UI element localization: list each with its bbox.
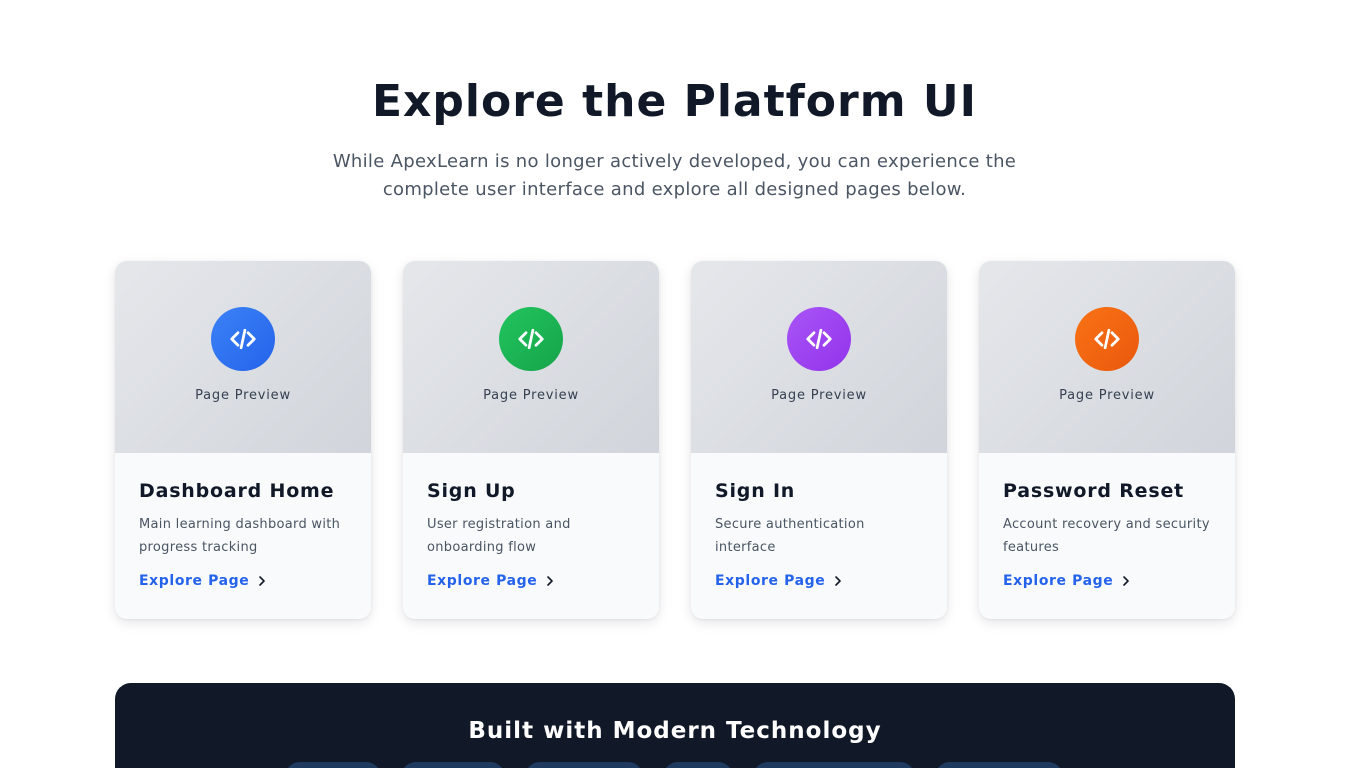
card-preview: Page Preview [115,261,371,453]
card-title: Sign Up [427,480,516,502]
card-preview: Page Preview [691,261,947,453]
preview-label: Page Preview [1059,388,1155,403]
explore-page-label: Explore Page [139,573,250,589]
tech-badge [285,762,381,768]
explore-page-label: Explore Page [427,573,538,589]
card-body: Password Reset Account recovery and secu… [979,453,1235,589]
page-title: Explore the Platform UI [371,76,977,127]
hero-section: Explore the Platform UI While ApexLearn … [0,74,1349,204]
card-preview: Page Preview [403,261,659,453]
card-body: Sign Up User registration and onboarding… [403,453,659,589]
tech-badge [753,762,915,768]
page: Explore the Platform UI While ApexLearn … [0,0,1349,768]
card-password-reset[interactable]: Page Preview Password Reset Account reco… [979,261,1235,619]
card-description: User registration and onboarding flow [427,517,571,555]
page-cards-grid: Page Preview Dashboard Home Main learnin… [115,261,1235,619]
card-description: Account recovery and security features [1003,517,1210,555]
explore-page-link[interactable]: Explore Page [139,573,267,589]
tech-badge [663,762,733,768]
code-icon [1075,307,1139,371]
preview-label: Page Preview [771,388,867,403]
card-description: Main learning dashboard with progress tr… [139,517,341,555]
preview-label: Page Preview [483,388,579,403]
chevron-right-icon [1123,576,1130,586]
tech-section-title: Built with Modern Technology [468,718,882,744]
explore-page-link[interactable]: Explore Page [427,573,555,589]
tech-badge [401,762,505,768]
card-body: Sign In Secure authentication interface … [691,453,947,589]
card-title: Password Reset [1003,480,1185,502]
card-preview: Page Preview [979,261,1235,453]
tech-badge [525,762,643,768]
code-icon [211,307,275,371]
code-icon [499,307,563,371]
card-sign-in[interactable]: Page Preview Sign In Secure authenticati… [691,261,947,619]
explore-page-label: Explore Page [715,573,826,589]
card-description: Secure authentication interface [715,517,865,555]
chevron-right-icon [547,576,554,586]
chevron-right-icon [835,576,842,586]
card-body: Dashboard Home Main learning dashboard w… [115,453,371,589]
card-sign-up[interactable]: Page Preview Sign Up User registration a… [403,261,659,619]
tech-section: Built with Modern Technology [115,683,1235,768]
explore-page-link[interactable]: Explore Page [715,573,843,589]
card-dashboard-home[interactable]: Page Preview Dashboard Home Main learnin… [115,261,371,619]
page-subtitle: While ApexLearn is no longer actively de… [332,151,1017,200]
explore-page-link[interactable]: Explore Page [1003,573,1131,589]
tech-badges [115,762,1235,768]
card-title: Dashboard Home [139,480,335,502]
explore-page-label: Explore Page [1003,573,1114,589]
chevron-right-icon [259,576,266,586]
code-icon [787,307,851,371]
tech-badge [935,762,1063,768]
preview-label: Page Preview [195,388,291,403]
card-title: Sign In [715,480,796,502]
